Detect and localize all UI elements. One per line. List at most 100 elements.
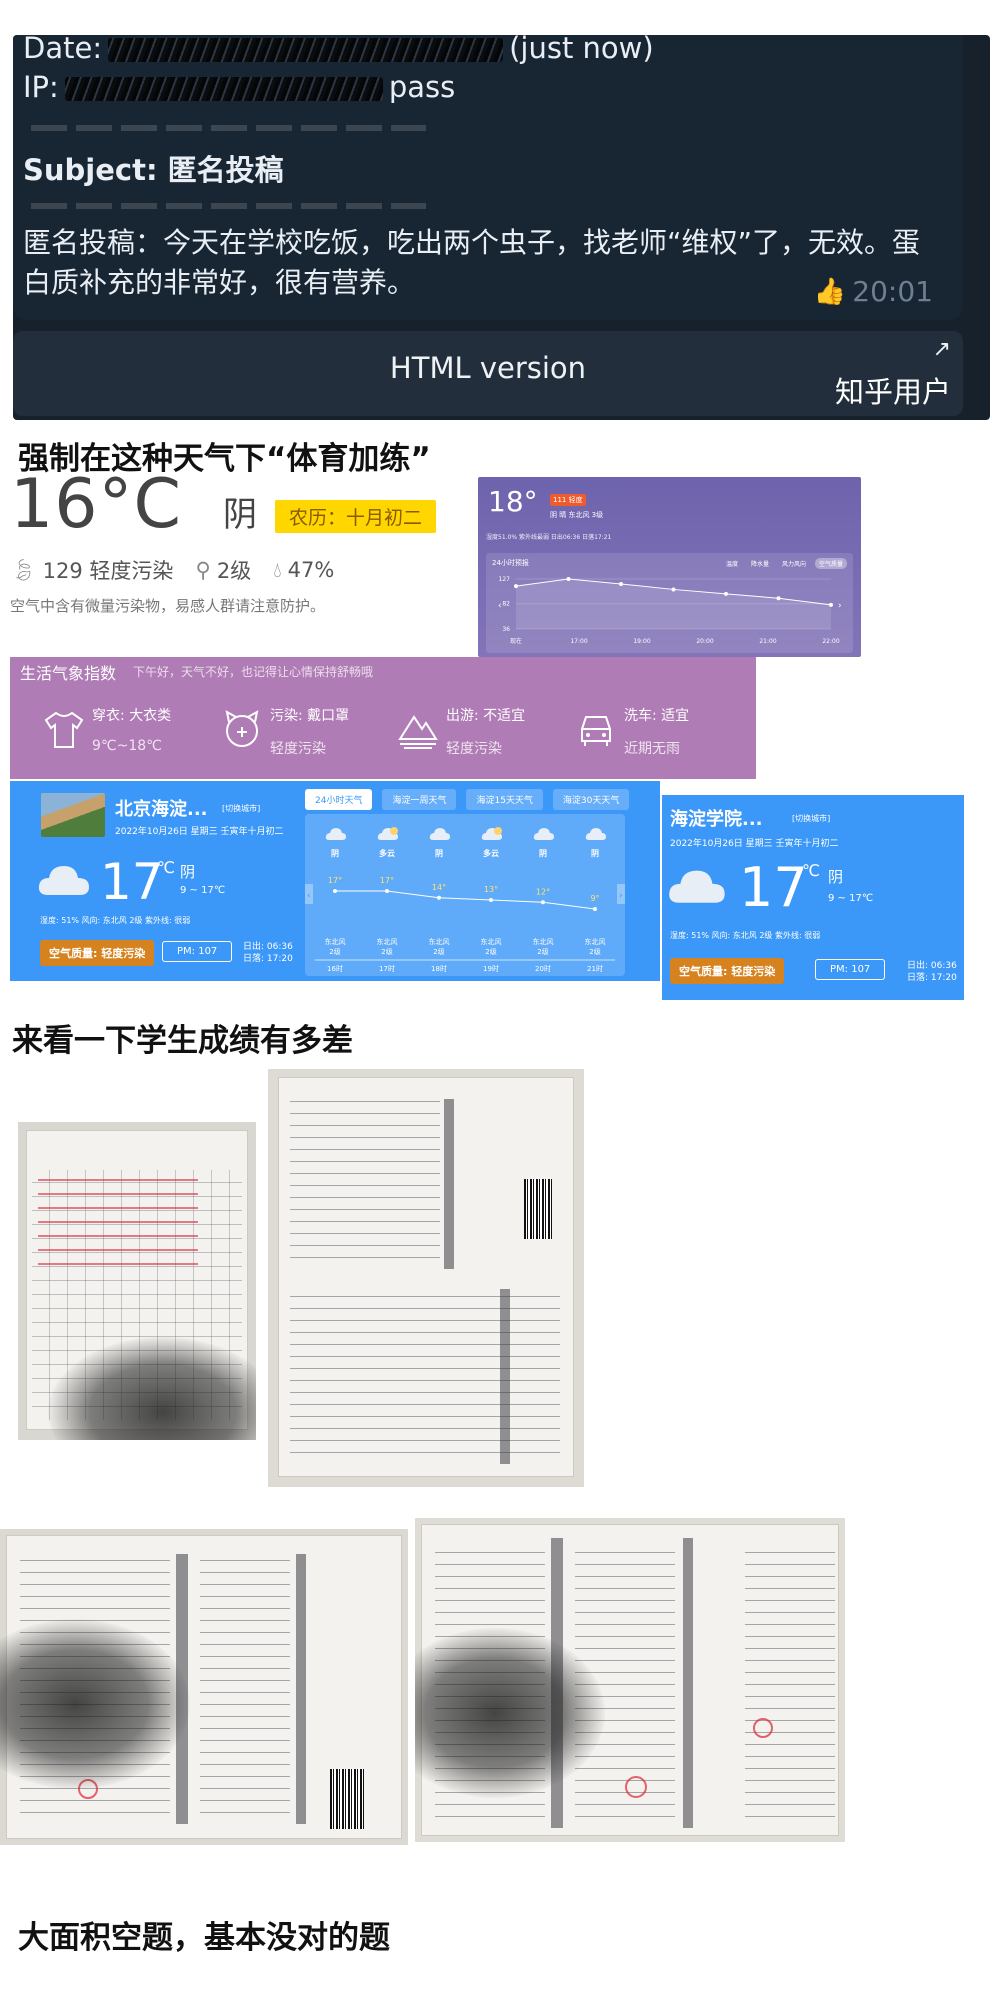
weather-condition: 阴 bbox=[828, 868, 844, 886]
weather-stats: 🍃︎ 129 轻度污染 ⚲ 2级 💧︎ 47% bbox=[10, 555, 334, 585]
pm-value: PM: 107 bbox=[162, 941, 233, 962]
redacted-ip bbox=[64, 77, 383, 101]
aqi-point bbox=[776, 596, 781, 601]
sun-shape bbox=[390, 827, 398, 835]
life-index-greeting: 下午好，天气不好，也记得让心情保持舒畅哦 bbox=[133, 665, 374, 679]
index-detail: 轻度污染 bbox=[270, 741, 326, 757]
wind-value: 2级 bbox=[216, 559, 252, 583]
city-photo bbox=[41, 793, 105, 837]
x-tick-label: 22:00 bbox=[822, 638, 839, 645]
hour-temp-label: 14° bbox=[432, 883, 446, 892]
hour-temp-label: 12° bbox=[536, 887, 550, 896]
html-version-button[interactable]: HTML version ↗ 知乎用户 bbox=[13, 331, 963, 416]
answer-lines bbox=[745, 1543, 835, 1828]
wind-stat: ⚲ 2级 bbox=[195, 555, 251, 585]
hour-wind-level: 2级 bbox=[381, 947, 392, 956]
leaf-icon: 🍃︎ bbox=[10, 557, 37, 582]
chevron-left-icon: ‹ bbox=[498, 601, 502, 611]
exam-photo-3 bbox=[0, 1529, 408, 1845]
city-name: 北京海淀... bbox=[115, 799, 208, 820]
cloud-icon bbox=[325, 828, 346, 840]
blue-weather-widget-beijing: 北京海淀... [切换城市] 2022年10月26日 星期三 壬寅年十月初二 1… bbox=[10, 781, 660, 981]
y-tick-label: 127 bbox=[499, 576, 511, 583]
weather-condition: 阴 bbox=[223, 495, 257, 535]
cloud-icon bbox=[669, 870, 725, 903]
air-quality-badge[interactable]: 空气质量: 轻度污染 bbox=[40, 940, 155, 966]
telegram-post-card: Date: (just now) IP: pass Subject: 匿名投稿 匿名… bbox=[13, 35, 990, 420]
x-tick-label: 21:00 bbox=[759, 638, 776, 645]
aqi-stat: 🍃︎ 129 轻度污染 bbox=[10, 555, 173, 585]
cloud-shape bbox=[429, 828, 450, 840]
purple-weather-widget: 18° 111 轻度 阴 晴 东北风 3级 湿度51.0% 紫外线最弱 日出06… bbox=[478, 477, 861, 657]
tab-30-day[interactable]: 海淀30天天气 bbox=[552, 789, 630, 810]
answer-lines bbox=[200, 1559, 290, 1824]
sun-times: 日出: 06:36 日落: 17:20 bbox=[907, 960, 957, 984]
red-circle-mark bbox=[753, 1718, 773, 1738]
hour-temp-label: 17° bbox=[328, 876, 342, 885]
date-line: Date: (just now) bbox=[23, 35, 654, 65]
index-detail: 近期无雨 bbox=[624, 741, 680, 757]
hour-wind: 东北风 bbox=[429, 937, 450, 946]
tab-24h[interactable]: 24小时天气 bbox=[305, 789, 373, 810]
thumbs-up-icon[interactable]: 👍 bbox=[814, 277, 846, 307]
city-name: 海淀学院... bbox=[670, 809, 763, 830]
forecast-tabs: 24小时天气 海淀一周天气 海淀15天天气 海淀30天天气 bbox=[305, 789, 630, 810]
hour-condition: 阴 bbox=[539, 849, 547, 858]
hour-condition: 多云 bbox=[379, 848, 395, 858]
drop-icon: 💧︎ bbox=[273, 557, 282, 582]
widget-details: 湿度51.0% 紫外线最弱 日出06:36 日落17:21 bbox=[486, 534, 612, 541]
air-quality-badge[interactable]: 空气质量: 轻度污染 bbox=[670, 958, 785, 984]
column-divider bbox=[444, 1099, 454, 1269]
weather-extra: 湿度: 51% 风向: 东北风 2级 紫外线: 很弱 bbox=[670, 931, 821, 940]
chevron-right-icon: › bbox=[838, 601, 842, 611]
barcode bbox=[524, 1179, 552, 1239]
humidity-stat: 💧︎ 47% bbox=[273, 555, 334, 585]
aqi-point bbox=[671, 587, 676, 592]
column-divider bbox=[296, 1554, 306, 1824]
aqi-tag: 111 轻度 bbox=[550, 494, 586, 506]
tab-15-day[interactable]: 海淀15天天气 bbox=[466, 789, 543, 810]
current-temp: 17 bbox=[739, 856, 808, 919]
red-ink-writing bbox=[38, 1177, 198, 1277]
exam-photo-1 bbox=[18, 1122, 256, 1440]
hour-wind: 东北风 bbox=[481, 937, 502, 946]
temp-point bbox=[489, 898, 493, 902]
forecast-panel: 24小时预报 温度 降水量 风力风向 空气质量 127 82 36 现在 17:00 19… bbox=[486, 553, 853, 653]
car-icon bbox=[581, 716, 611, 746]
hour-wind-level: 2级 bbox=[433, 947, 444, 956]
aqi-point bbox=[829, 602, 833, 607]
hour-condition: 阴 bbox=[331, 849, 339, 858]
humidity-value: 47% bbox=[287, 558, 335, 582]
current-temperature: 16°C bbox=[10, 465, 183, 544]
column-divider bbox=[500, 1289, 510, 1464]
temp-range: 9 ~ 17℃ bbox=[180, 885, 226, 896]
temp-line bbox=[335, 890, 596, 910]
switch-city-link[interactable]: [切换城市] bbox=[222, 803, 260, 814]
hour-condition: 阴 bbox=[591, 849, 599, 858]
date-label: Date: bbox=[23, 35, 103, 65]
pm-value: PM: 107 bbox=[815, 959, 886, 980]
hourly-temp-chart: 阴17°东北风2级16时多云17°东北风2级17时阴14°东北风2级18时多云1… bbox=[305, 827, 625, 973]
temp-point bbox=[593, 907, 597, 911]
hour-time: 18时 bbox=[431, 964, 447, 973]
switch-city-link[interactable]: [切换城市] bbox=[792, 813, 830, 824]
aqi-value: 129 轻度污染 bbox=[42, 559, 174, 583]
open-arrow-icon: ↗ bbox=[932, 337, 951, 362]
aqi-area bbox=[516, 579, 831, 629]
hour-time: 19时 bbox=[483, 964, 499, 973]
lunar-date-badge: 农历：十月初二 bbox=[275, 500, 437, 533]
aqi-point bbox=[724, 591, 728, 596]
tab-week[interactable]: 海淀一周天气 bbox=[382, 789, 457, 810]
column-divider bbox=[683, 1538, 693, 1828]
ip-line: IP: pass bbox=[23, 70, 455, 104]
cloud-icon bbox=[585, 828, 606, 840]
hour-wind: 东北风 bbox=[377, 937, 398, 946]
hour-wind-level: 2级 bbox=[329, 947, 340, 956]
hour-temp-label: 17° bbox=[380, 876, 394, 885]
page: Date: (just now) IP: pass Subject: 匿名投稿 匿名… bbox=[0, 0, 1000, 2000]
hour-time: 17时 bbox=[379, 964, 395, 973]
red-circle-mark bbox=[625, 1776, 647, 1798]
temp-range: 9 ~ 17℃ bbox=[828, 893, 874, 904]
index-title: 污染: 戴口罩 bbox=[270, 708, 350, 724]
cloud-shape bbox=[533, 828, 554, 840]
